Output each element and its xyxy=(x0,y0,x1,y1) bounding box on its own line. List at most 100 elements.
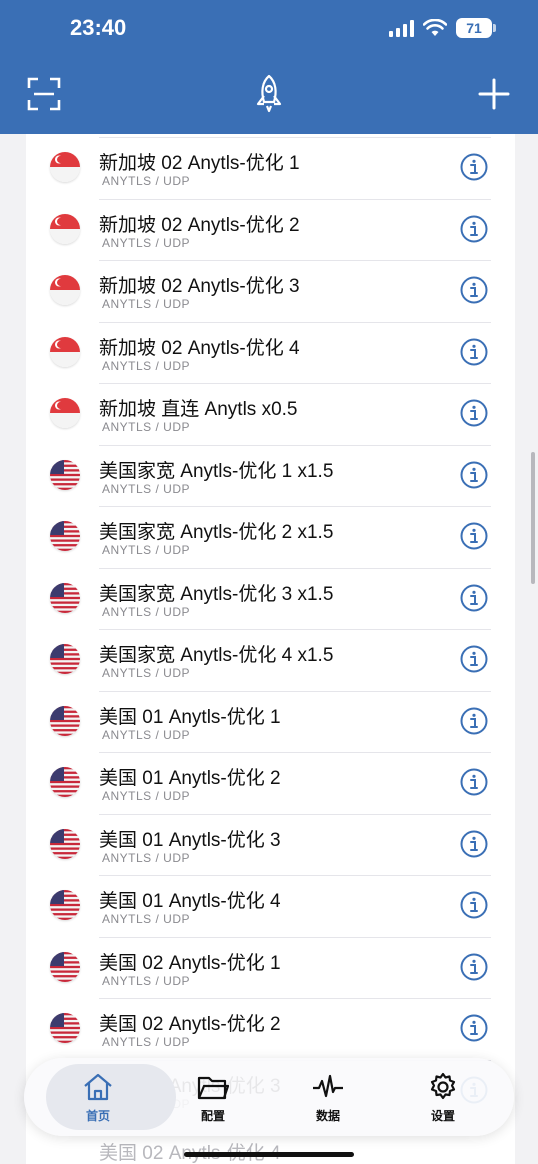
row-divider xyxy=(99,506,491,507)
server-name: 美国家宽 Anytls-优化 3 x1.5 xyxy=(99,583,334,605)
status-icons: 71 xyxy=(389,18,496,38)
info-icon[interactable] xyxy=(460,891,488,919)
info-icon[interactable] xyxy=(460,768,488,796)
row-divider xyxy=(99,260,491,261)
row-divider xyxy=(99,998,491,999)
info-icon[interactable] xyxy=(460,399,488,427)
server-name: 美国家宽 Anytls-优化 1 x1.5 xyxy=(99,460,334,482)
server-protocol: ANYTLS / UDP xyxy=(102,912,191,926)
usa-flag-icon xyxy=(50,767,80,797)
server-row[interactable]: 新加坡 02 Anytls-优化 1 ANYTLS / UDP xyxy=(26,137,515,199)
server-protocol: ANYTLS / UDP xyxy=(102,420,191,434)
info-icon[interactable] xyxy=(460,953,488,981)
singapore-flag-icon xyxy=(50,152,80,182)
info-icon[interactable] xyxy=(460,830,488,858)
info-icon[interactable] xyxy=(460,522,488,550)
server-protocol: ANYTLS / UDP xyxy=(102,666,191,680)
server-row[interactable]: 美国家宽 Anytls-优化 4 x1.5 ANYTLS / UDP xyxy=(26,629,515,691)
singapore-flag-icon xyxy=(50,213,80,244)
row-divider xyxy=(99,137,491,138)
server-row[interactable]: 美国 01 Anytls-优化 2 ANYTLS / UDP xyxy=(26,752,515,814)
info-icon[interactable] xyxy=(460,584,488,612)
app-header: 23:40 71 xyxy=(0,0,538,134)
status-time: 23:40 xyxy=(70,15,127,40)
server-list: 新加坡 02 Anytls-优化 1 ANYTLS / UDP 新加坡 02 Any… xyxy=(26,134,515,1164)
signal-icon xyxy=(389,19,414,37)
row-divider xyxy=(99,629,491,630)
server-protocol: ANYTLS / UDP xyxy=(102,297,191,311)
row-divider xyxy=(99,383,491,384)
server-name: 新加坡 02 Anytls-优化 4 xyxy=(99,337,300,359)
info-icon[interactable] xyxy=(460,153,488,181)
usa-flag-icon xyxy=(50,582,80,613)
rocket-button[interactable] xyxy=(247,72,291,116)
server-name: 美国 02 Anytls-优化 2 xyxy=(99,1014,281,1035)
singapore-flag-icon xyxy=(50,336,80,367)
scan-icon xyxy=(27,77,61,111)
singapore-flag-icon xyxy=(50,398,80,428)
server-name: 美国 01 Anytls-优化 1 xyxy=(99,706,281,728)
server-row[interactable]: 新加坡 02 Anytls-优化 2 ANYTLS / UDP xyxy=(26,198,515,261)
usa-flag-icon xyxy=(50,890,80,920)
server-protocol: ANYTLS / UDP xyxy=(102,604,191,619)
info-icon[interactable] xyxy=(460,276,488,304)
server-name: 美国家宽 Anytls-优化 4 x1.5 xyxy=(99,645,334,666)
tab-config[interactable]: 配置 xyxy=(153,1058,273,1136)
add-button[interactable] xyxy=(472,72,516,116)
server-row[interactable]: 美国家宽 Anytls-优化 2 x1.5 ANYTLS / UDP xyxy=(26,506,515,568)
tab-label: 数据 xyxy=(315,1109,340,1123)
wifi-icon xyxy=(423,19,447,36)
server-protocol: ANYTLS / UDP xyxy=(102,850,191,865)
info-icon[interactable] xyxy=(460,215,488,243)
server-row[interactable]: 新加坡 直连 Anytls x0.5 ANYTLS / UDP xyxy=(26,383,515,445)
row-divider xyxy=(99,567,491,569)
row-divider xyxy=(99,690,491,692)
row-divider xyxy=(99,752,491,753)
server-name: 新加坡 02 Anytls-优化 2 xyxy=(99,214,300,236)
server-name: 美国 01 Anytls-优化 3 xyxy=(99,829,281,851)
tab-data[interactable]: 数据 xyxy=(268,1058,388,1136)
server-row[interactable]: 美国家宽 Anytls-优化 3 x1.5 ANYTLS / UDP xyxy=(26,567,515,630)
server-row[interactable]: 美国 01 Anytls-优化 1 ANYTLS / UDP xyxy=(26,690,515,753)
row-divider xyxy=(99,813,491,815)
info-icon[interactable] xyxy=(460,461,488,489)
server-name: 美国家宽 Anytls-优化 2 x1.5 xyxy=(99,522,334,543)
server-name: 新加坡 02 Anytls-优化 3 xyxy=(99,276,300,297)
row-divider xyxy=(99,444,491,446)
server-row[interactable]: 美国家宽 Anytls-优化 1 x1.5 ANYTLS / UDP xyxy=(26,444,515,507)
usa-flag-icon xyxy=(50,828,80,859)
server-row[interactable]: 美国 01 Anytls-优化 4 ANYTLS / UDP xyxy=(26,875,515,937)
usa-flag-icon xyxy=(50,459,80,490)
rocket-icon xyxy=(256,74,282,113)
server-protocol: ANYTLS / UDP xyxy=(102,789,191,803)
server-protocol: ANYTLS / UDP xyxy=(102,174,191,188)
tab-label: 配置 xyxy=(200,1109,225,1123)
tab-settings[interactable]: 设置 xyxy=(383,1058,503,1136)
server-name: 新加坡 直连 Anytls x0.5 xyxy=(99,399,298,420)
home-indicator[interactable] xyxy=(184,1152,354,1157)
info-icon[interactable] xyxy=(460,338,488,366)
info-icon[interactable] xyxy=(460,707,488,735)
usa-flag-icon xyxy=(50,1013,80,1043)
row-divider xyxy=(99,198,491,200)
usa-flag-icon xyxy=(50,951,80,982)
scroll-indicator[interactable] xyxy=(531,452,535,584)
singapore-flag-icon xyxy=(50,275,80,305)
row-divider xyxy=(99,321,491,323)
info-icon[interactable] xyxy=(460,1014,488,1042)
server-row[interactable]: 新加坡 02 Anytls-优化 3 ANYTLS / UDP xyxy=(26,260,515,322)
info-icon[interactable] xyxy=(460,645,488,673)
server-row[interactable]: 美国 02 Anytls-优化 2 ANYTLS / UDP xyxy=(26,998,515,1060)
server-row[interactable]: 美国 02 Anytls-优化 1 ANYTLS / UDP xyxy=(26,936,515,999)
scan-button[interactable] xyxy=(22,72,66,116)
server-protocol: ANYTLS / UDP xyxy=(102,358,191,373)
server-row[interactable]: 新加坡 02 Anytls-优化 4 ANYTLS / UDP xyxy=(26,321,515,384)
faded-list-item: 美国 02 Anytls-优化 4 xyxy=(99,1143,281,1164)
tab-home[interactable]: 首页 xyxy=(38,1058,176,1136)
row-divider xyxy=(99,875,491,876)
usa-flag-icon xyxy=(50,705,80,736)
tab-bar: 首页 配置 数据 设置 xyxy=(24,1058,514,1136)
tab-label: 设置 xyxy=(430,1109,455,1123)
usa-flag-icon xyxy=(50,521,80,551)
server-row[interactable]: 美国 01 Anytls-优化 3 ANYTLS / UDP xyxy=(26,813,515,876)
